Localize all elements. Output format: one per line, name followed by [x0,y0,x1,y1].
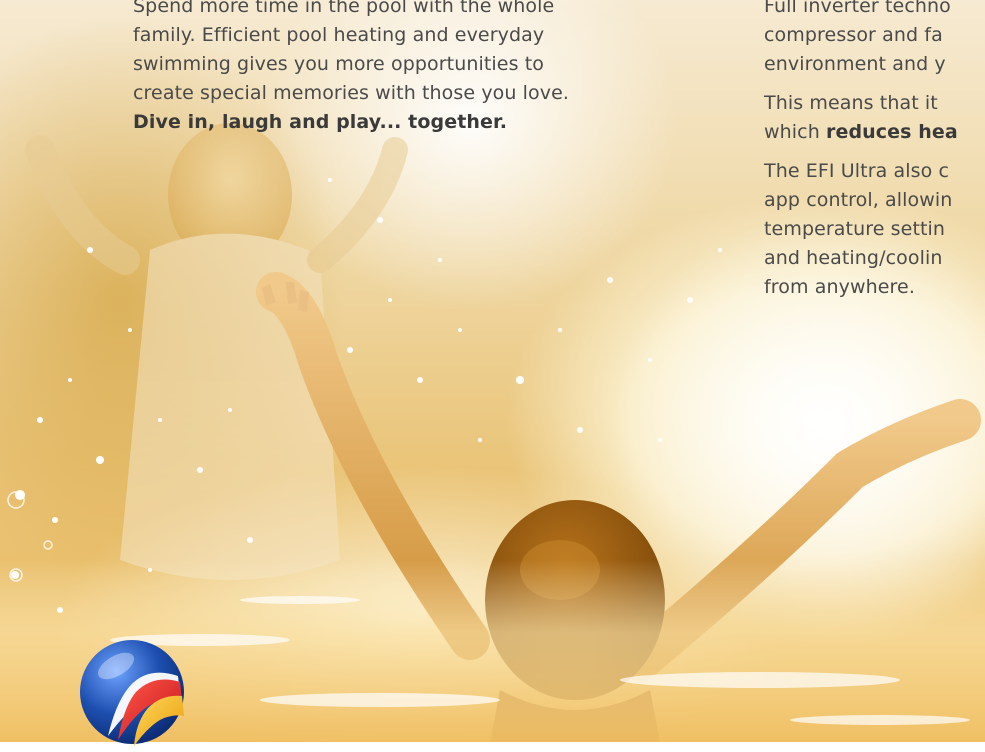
feature-line: environment and y [764,53,946,75]
feature-line-prefix: which [764,121,826,143]
background-swimmer [25,123,408,580]
feature-line: Full inverter techno [764,0,951,17]
feature-line: This means that it [764,92,938,114]
feature-line: which reduces hea [764,118,985,147]
feature-highlight: reduces hea [826,121,958,143]
feature-line: app control, allowin [764,189,953,211]
intro-tagline: Dive in, laugh and play... together. [133,111,508,133]
intro-line: create special memories with those you l… [133,82,570,104]
feature-line: temperature settin [764,218,946,240]
intro-paragraph: Spend more time in the pool with the who… [133,0,693,137]
features-paragraph-app-control: The EFI Ultra also c app control, allowi… [764,157,985,302]
features-paragraph-inverter: Full inverter techno compressor and fa e… [764,0,985,79]
intro-text-block: Spend more time in the pool with the who… [133,0,693,147]
intro-line: Spend more time in the pool with the who… [133,0,555,17]
features-text-block: Full inverter techno compressor and fa e… [764,0,985,312]
features-paragraph-savings: This means that it which reduces hea [764,89,985,147]
feature-line: compressor and fa [764,24,943,46]
intro-line: swimming gives you more opportunities to [133,53,544,75]
feature-line: and heating/coolin [764,247,943,269]
feature-line: from anywhere. [764,276,915,298]
intro-line: family. Efficient pool heating and every… [133,24,545,46]
brand-globe-swirl-icon [78,636,190,748]
feature-line: The EFI Ultra also c [764,160,950,182]
